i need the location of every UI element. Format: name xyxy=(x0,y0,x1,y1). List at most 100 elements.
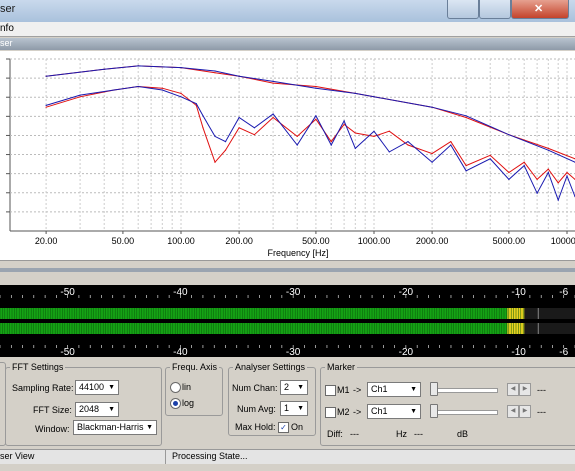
num-avg-select[interactable]: 1 ▼ xyxy=(280,401,308,416)
data-point-blue xyxy=(224,141,227,143)
window-value: Blackman-Harris xyxy=(77,422,144,432)
series-line-blue-4 xyxy=(46,65,575,163)
data-point-blue xyxy=(508,134,510,136)
data-point-red xyxy=(465,165,467,167)
meter-scale-label: -6 xyxy=(559,347,568,357)
data-point-red xyxy=(489,154,491,156)
m1-left-button[interactable]: ◀ xyxy=(507,383,519,396)
data-point-red xyxy=(450,141,452,143)
menu-bar: nfo xyxy=(0,22,575,37)
window-select[interactable]: Blackman-Harris ▼ xyxy=(73,420,157,435)
fft-size-select[interactable]: 2048 ▼ xyxy=(75,402,119,417)
x-tick-label: 10000.0 xyxy=(551,236,575,246)
m1-channel-select[interactable]: Ch1 ▼ xyxy=(367,382,421,397)
chevron-down-icon: ▼ xyxy=(297,405,304,412)
log-radio[interactable] xyxy=(170,398,181,409)
data-point-red xyxy=(202,127,204,129)
arrow-right-icon: ▶ xyxy=(522,386,528,392)
meter-scale-label: -20 xyxy=(399,347,414,357)
m1-checkbox[interactable] xyxy=(325,385,336,396)
m1-channel-value: Ch1 xyxy=(371,384,388,394)
data-point-blue xyxy=(465,170,467,172)
status-divider xyxy=(165,450,166,464)
data-point-blue xyxy=(465,115,467,117)
max-hold-value: On xyxy=(291,422,304,432)
arrow-left-icon: ◀ xyxy=(510,408,516,414)
m2-value: --- xyxy=(537,407,546,417)
m2-slider-track xyxy=(432,410,498,415)
sampling-rate-select[interactable]: 44100 ▼ xyxy=(75,380,119,395)
data-point-blue xyxy=(407,141,409,143)
data-point-red xyxy=(547,168,549,170)
data-point-blue xyxy=(450,144,452,146)
close-button[interactable]: ✕ xyxy=(511,0,569,19)
data-point-red xyxy=(272,82,274,84)
data-point-red xyxy=(566,171,568,174)
num-avg-label: Num Avg: xyxy=(237,404,276,414)
m2-left-button[interactable]: ◀ xyxy=(507,405,519,418)
data-point-blue xyxy=(354,147,356,149)
m2-right-button[interactable]: ▶ xyxy=(519,405,531,418)
data-point-blue xyxy=(137,85,139,88)
title-bar: ser ✕ xyxy=(0,0,575,22)
meter-scale-label: -50 xyxy=(60,347,75,357)
data-point-blue xyxy=(195,103,197,105)
meter-bar-green xyxy=(0,323,508,334)
data-point-blue xyxy=(315,115,317,117)
meter-scale-label: -40 xyxy=(173,347,188,357)
meter-scale-label: -30 xyxy=(286,347,301,357)
data-point-red xyxy=(79,96,81,98)
data-point-red xyxy=(224,149,227,151)
control-panel: FFT Settings Sampling Rate: 44100 ▼ FFT S… xyxy=(0,360,575,448)
m1-right-button[interactable]: ▶ xyxy=(519,383,531,396)
num-chan-select[interactable]: 2 ▼ xyxy=(280,380,308,395)
data-point-blue xyxy=(489,158,491,160)
status-bar: ser View Processing State... xyxy=(0,449,575,464)
fft-settings-legend: FFT Settings xyxy=(12,362,64,372)
data-point-blue xyxy=(566,175,568,177)
data-point-blue xyxy=(354,92,356,94)
x-tick-label: 2000.00 xyxy=(416,236,449,246)
data-point-blue xyxy=(508,178,510,180)
minimize-button[interactable] xyxy=(447,0,479,19)
m2-channel-select[interactable]: Ch1 ▼ xyxy=(367,404,421,419)
data-point-blue xyxy=(180,67,182,69)
lin-radio[interactable] xyxy=(170,382,181,393)
log-label: log xyxy=(182,398,195,408)
m2-label: M2 xyxy=(337,407,350,417)
data-point-red xyxy=(272,116,274,119)
chevron-down-icon: ▼ xyxy=(297,384,304,391)
data-point-blue xyxy=(45,104,47,106)
m1-slider-thumb[interactable] xyxy=(430,382,438,396)
status-left: ser View xyxy=(0,451,35,461)
data-point-blue xyxy=(202,115,204,117)
max-hold-label: Max Hold: xyxy=(235,422,276,432)
m2-checkbox[interactable] xyxy=(325,407,336,418)
data-point-blue xyxy=(272,80,274,82)
menu-item-info[interactable]: nfo xyxy=(0,23,14,34)
data-point-red xyxy=(214,161,216,163)
data-point-red xyxy=(253,134,255,136)
marker-legend: Marker xyxy=(327,362,356,372)
maximize-button[interactable] xyxy=(479,0,511,19)
data-point-red xyxy=(388,130,390,132)
data-point-blue xyxy=(431,106,433,108)
max-hold-checkbox[interactable]: ✓ xyxy=(278,422,289,433)
data-point-blue xyxy=(315,87,317,89)
fft-size-label: FFT Size: xyxy=(33,405,72,415)
panel-title-bar: ser xyxy=(0,38,575,50)
data-point-blue xyxy=(214,70,216,72)
data-point-red xyxy=(214,72,216,74)
m2-slider-thumb[interactable] xyxy=(430,404,438,418)
x-axis-label: Frequency [Hz] xyxy=(267,248,328,258)
data-point-blue xyxy=(45,75,47,77)
splitter[interactable] xyxy=(0,262,575,282)
data-point-blue xyxy=(547,171,549,174)
num-avg-value: 1 xyxy=(284,403,290,413)
data-point-red xyxy=(547,147,549,149)
hz-label: Hz xyxy=(396,429,407,439)
num-chan-value: 2 xyxy=(284,382,290,392)
diff-label: Diff: xyxy=(327,429,343,439)
data-point-blue xyxy=(330,144,332,146)
m1-arrow: -> xyxy=(353,385,362,395)
